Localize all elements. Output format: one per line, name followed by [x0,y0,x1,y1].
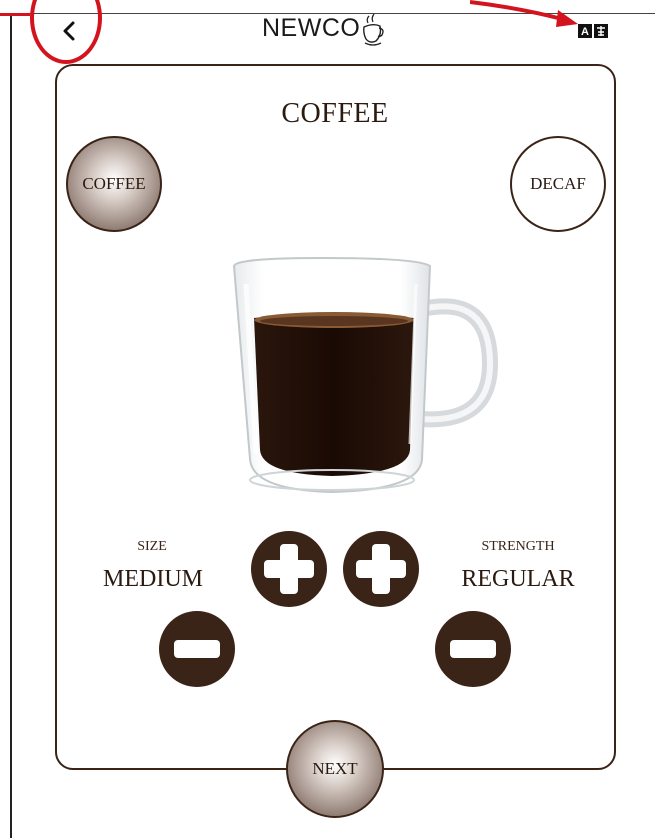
coffee-mug-image [232,256,499,494]
size-label: SIZE [137,539,167,554]
coffee-option-label: COFFEE [82,174,146,193]
minus-icon [174,640,220,658]
size-decrease-button[interactable] [158,610,236,688]
size-value: MEDIUM [103,566,203,592]
coffee-option-button[interactable]: COFFEE [66,136,162,232]
minus-icon [450,640,496,658]
chevron-left-icon [63,21,75,41]
drink-title: COFFEE [281,98,389,129]
strength-decrease-button[interactable] [434,610,512,688]
logo-cup-icon [363,13,385,46]
annotation-line [0,13,30,16]
next-button[interactable]: NEXT [286,720,384,818]
decaf-option-button[interactable]: DECAF [510,136,606,232]
strength-label: STRENGTH [481,539,555,554]
annotation-arrow [470,0,578,27]
strength-increase-button[interactable] [342,530,420,608]
size-increase-button[interactable] [250,530,328,608]
translate-icon: A [578,24,608,38]
logo-text: NEWCO [262,14,361,42]
strength-value: REGULAR [461,566,575,592]
brand-logo: NEWCO [262,13,386,49]
next-button-label: NEXT [312,759,358,778]
svg-text:A: A [581,26,589,38]
frame-left-edge [10,13,12,838]
back-button[interactable] [54,14,84,48]
translate-button[interactable]: A [578,24,608,43]
decaf-option-label: DECAF [530,174,586,193]
